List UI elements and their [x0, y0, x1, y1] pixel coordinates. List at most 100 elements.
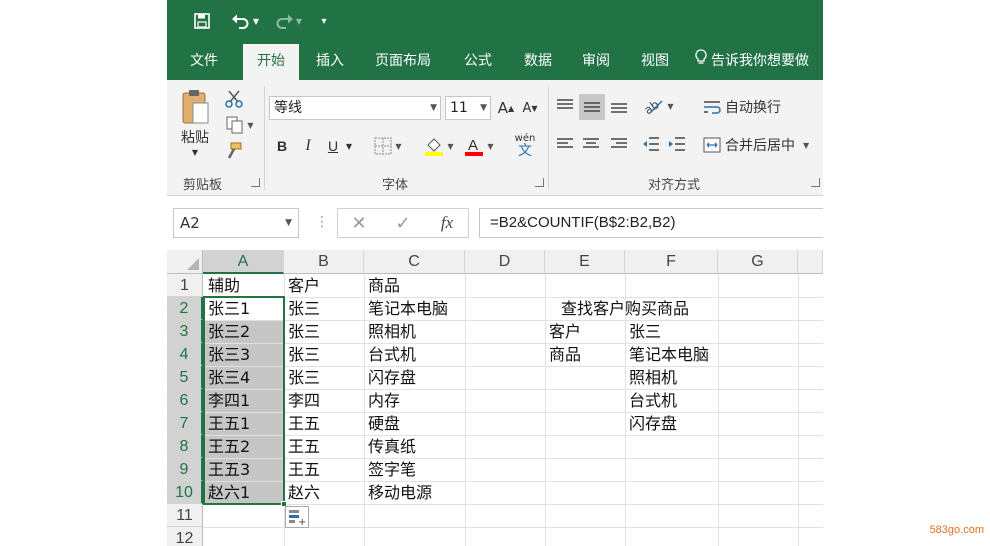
cell-a3[interactable]: 张三2 — [204, 320, 250, 343]
cell-a1[interactable]: 辅助 — [204, 274, 240, 297]
column-header-c[interactable]: C — [364, 250, 465, 274]
paste-icon[interactable] — [177, 88, 213, 128]
worksheet-grid[interactable]: A B C D E F G 1 2 3 4 5 6 7 8 9 10 11 12 — [167, 250, 823, 546]
cell-c8[interactable]: 传真纸 — [364, 435, 416, 458]
cell-f5[interactable]: 照相机 — [625, 366, 677, 389]
cell-b7[interactable]: 王五 — [284, 412, 320, 435]
insert-function-button[interactable]: fx — [432, 212, 462, 234]
row-header[interactable]: 10 — [167, 481, 203, 504]
row-header[interactable]: 6 — [167, 389, 203, 412]
underline-dropdown-icon[interactable]: ▼ — [343, 134, 355, 158]
redo-icon[interactable]: ▼ — [271, 9, 305, 33]
cell-f6[interactable]: 台式机 — [625, 389, 677, 412]
row-header[interactable]: 12 — [167, 527, 203, 546]
tab-insert[interactable]: 插入 — [303, 44, 357, 80]
cell-c9[interactable]: 签字笔 — [364, 458, 416, 481]
select-all-button[interactable] — [167, 250, 203, 274]
merge-center-button[interactable]: 合并后居中 ▼ — [703, 132, 821, 158]
bottom-align-icon[interactable] — [607, 94, 631, 118]
column-header-e[interactable]: E — [545, 250, 625, 274]
formula-input[interactable]: =B2&COUNTIF(B$2:B2,B2) — [479, 208, 823, 238]
paste-dropdown-icon[interactable]: ▼ — [189, 146, 201, 158]
tab-page-layout[interactable]: 页面布局 — [363, 44, 443, 80]
cell-a5[interactable]: 张三4 — [204, 366, 250, 389]
decrease-indent-icon[interactable] — [639, 132, 663, 156]
cell-c7[interactable]: 硬盘 — [364, 412, 400, 435]
borders-icon[interactable]: ▼ — [369, 134, 407, 158]
cut-icon[interactable] — [223, 88, 245, 110]
row-header[interactable]: 11 — [167, 504, 203, 527]
lookup-title[interactable]: 查找客户购买商品 — [557, 297, 689, 320]
cell-f4[interactable]: 笔记本电脑 — [625, 343, 709, 366]
cell-a10[interactable]: 赵六1 — [204, 481, 250, 504]
confirm-entry-icon[interactable]: ✓ — [390, 212, 416, 234]
font-size-select[interactable]: 11 ▼ — [445, 96, 491, 120]
font-name-select[interactable]: 等线 ▼ — [269, 96, 441, 120]
font-launcher-icon[interactable] — [535, 178, 544, 187]
column-header-b[interactable]: B — [284, 250, 364, 274]
tab-file[interactable]: 文件 — [175, 44, 233, 80]
undo-icon[interactable]: ▼ — [227, 9, 263, 33]
column-header-h[interactable] — [798, 250, 823, 274]
cell-b4[interactable]: 张三 — [284, 343, 320, 366]
cell-b1[interactable]: 客户 — [284, 274, 320, 297]
align-center-icon[interactable] — [579, 132, 603, 156]
column-header-a[interactable]: A — [203, 250, 284, 274]
cell-e4[interactable]: 商品 — [545, 343, 581, 366]
row-header[interactable]: 2 — [167, 297, 203, 320]
decrease-font-icon[interactable]: A ▼ — [519, 96, 541, 120]
middle-align-icon[interactable] — [579, 94, 605, 120]
column-header-d[interactable]: D — [465, 250, 545, 274]
tab-review[interactable]: 审阅 — [569, 44, 623, 80]
save-icon[interactable] — [191, 9, 213, 33]
name-box[interactable]: A2 ▼ — [173, 208, 299, 238]
increase-font-icon[interactable]: A ▲ — [495, 96, 517, 120]
cell-a9[interactable]: 王五3 — [204, 458, 250, 481]
orientation-icon[interactable]: ab ▼ — [641, 94, 677, 118]
bold-button[interactable]: B — [271, 134, 293, 158]
cancel-entry-icon[interactable]: ✕ — [346, 212, 372, 234]
formula-bar-grip-icon[interactable]: ⋮ — [315, 214, 329, 230]
underline-button[interactable]: U — [323, 134, 343, 158]
format-painter-icon[interactable] — [223, 140, 245, 162]
cell-a4[interactable]: 张三3 — [204, 343, 250, 366]
cell-a6[interactable]: 李四1 — [204, 389, 250, 412]
cell-c10[interactable]: 移动电源 — [364, 481, 432, 504]
row-header[interactable]: 8 — [167, 435, 203, 458]
cell-e3[interactable]: 客户 — [545, 320, 581, 343]
tab-view[interactable]: 视图 — [627, 44, 683, 80]
cell-a8[interactable]: 王五2 — [204, 435, 250, 458]
tell-me-box[interactable]: 告诉我你想要做 — [695, 44, 823, 80]
alignment-launcher-icon[interactable] — [811, 178, 820, 187]
cell-a7[interactable]: 王五1 — [204, 412, 250, 435]
paste-label[interactable]: 粘贴 — [177, 128, 213, 146]
cell-b3[interactable]: 张三 — [284, 320, 320, 343]
cell-c3[interactable]: 照相机 — [364, 320, 416, 343]
cell-b10[interactable]: 赵六 — [284, 481, 320, 504]
increase-indent-icon[interactable] — [665, 132, 689, 156]
cell-c5[interactable]: 闪存盘 — [364, 366, 416, 389]
cell-c1[interactable]: 商品 — [364, 274, 400, 297]
row-header[interactable]: 7 — [167, 412, 203, 435]
column-header-g[interactable]: G — [718, 250, 798, 274]
row-header[interactable]: 1 — [167, 274, 203, 297]
font-color-icon[interactable]: A ▼ — [459, 134, 499, 158]
cell-c2[interactable]: 笔记本电脑 — [364, 297, 448, 320]
align-left-icon[interactable] — [553, 132, 577, 156]
cell-f3[interactable]: 张三 — [625, 320, 661, 343]
row-header[interactable]: 3 — [167, 320, 203, 343]
cell-b6[interactable]: 李四 — [284, 389, 320, 412]
row-header[interactable]: 5 — [167, 366, 203, 389]
clipboard-launcher-icon[interactable] — [251, 178, 260, 187]
fill-color-icon[interactable]: ▼ — [419, 134, 459, 158]
wrap-text-button[interactable]: 自动换行 — [703, 94, 793, 120]
tab-home[interactable]: 开始 — [243, 44, 299, 80]
align-right-icon[interactable] — [607, 132, 631, 156]
auto-fill-options-button[interactable]: + — [285, 506, 309, 528]
copy-icon[interactable]: ▼ — [223, 114, 257, 136]
cell-b5[interactable]: 张三 — [284, 366, 320, 389]
cell-a2[interactable]: 张三1 — [204, 297, 250, 320]
cell-b8[interactable]: 王五 — [284, 435, 320, 458]
cell-c6[interactable]: 内存 — [364, 389, 400, 412]
tab-data[interactable]: 数据 — [511, 44, 565, 80]
